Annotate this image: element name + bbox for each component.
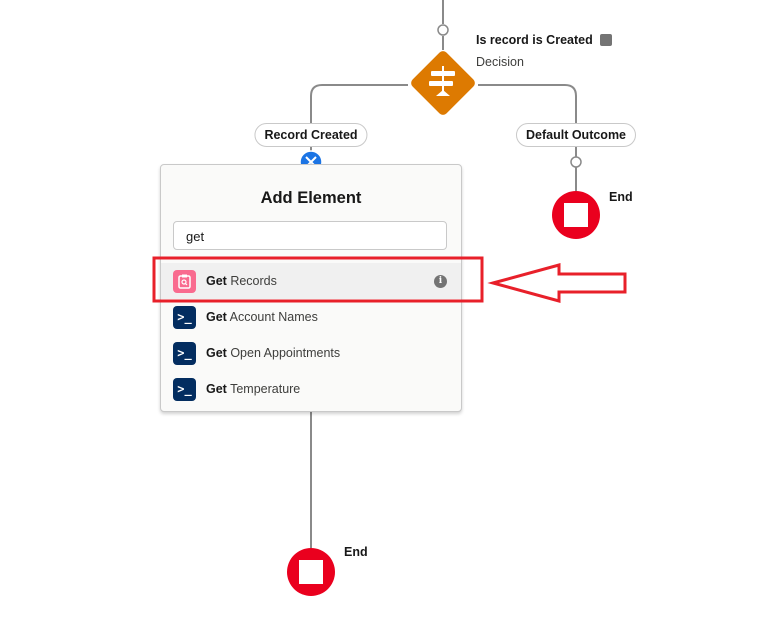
decision-icon[interactable] bbox=[409, 49, 477, 117]
list-item-get-records[interactable]: Get Records i bbox=[161, 263, 461, 299]
panel-title: Add Element bbox=[260, 189, 362, 207]
search-input[interactable]: get bbox=[173, 221, 447, 250]
end-label: End bbox=[609, 190, 633, 204]
apex-action-icon: >_ bbox=[173, 341, 196, 365]
end-label: End bbox=[344, 545, 368, 559]
decision-type: Decision bbox=[476, 55, 524, 69]
apex-action-icon: >_ bbox=[173, 377, 196, 401]
outcome-record-created[interactable]: Record Created bbox=[254, 123, 368, 147]
end-icon[interactable] bbox=[287, 548, 335, 596]
apex-action-icon: >_ bbox=[173, 305, 196, 329]
add-element-panel: Add Element get Get Records i >_ Get Acc… bbox=[160, 164, 462, 412]
get-records-icon bbox=[173, 269, 196, 293]
description-icon[interactable] bbox=[600, 34, 613, 46]
end-icon[interactable] bbox=[552, 191, 600, 239]
outcome-default[interactable]: Default Outcome bbox=[515, 123, 637, 147]
info-icon[interactable]: i bbox=[434, 274, 447, 288]
list-item[interactable]: >_ Get Open Appointments bbox=[161, 335, 461, 371]
list-item[interactable]: >_ Get Account Names bbox=[161, 299, 461, 335]
list-item[interactable]: >_ Get Temperature bbox=[161, 371, 461, 407]
connector-node bbox=[437, 24, 449, 36]
connector-node bbox=[570, 156, 582, 168]
decision-name: Is record is Created bbox=[476, 33, 613, 47]
